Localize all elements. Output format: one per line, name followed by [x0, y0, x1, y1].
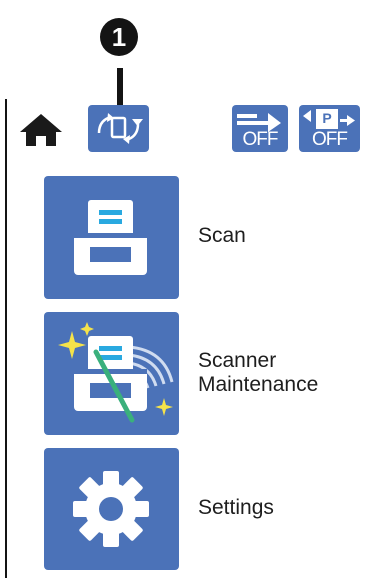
scan-button[interactable]: [44, 176, 179, 299]
scanner-maintenance-button[interactable]: [44, 312, 179, 435]
screen-rotate-icon: [97, 113, 143, 144]
double-feed-status: OFF: [242, 129, 279, 150]
svg-text:P: P: [322, 110, 331, 126]
paper-protection-status: OFF: [312, 129, 348, 150]
screen-rotate-button[interactable]: [88, 105, 149, 152]
settings-button[interactable]: [44, 448, 179, 570]
gear-icon: [73, 471, 149, 547]
home-icon: [20, 114, 62, 146]
double-feed-detection-indicator[interactable]: OFF: [232, 105, 288, 152]
scanner-icon: [74, 200, 147, 275]
scanner-maintenance-label: Scanner Maintenance: [198, 349, 319, 396]
screen-border: [5, 99, 7, 578]
scanner-cleaning-icon: [58, 322, 174, 423]
settings-label: Settings: [198, 496, 274, 519]
paper-protection-indicator[interactable]: P OFF: [299, 105, 360, 152]
scan-label: Scan: [198, 224, 246, 247]
callout-number-badge: 1: [100, 18, 138, 56]
home-button[interactable]: [17, 112, 65, 148]
